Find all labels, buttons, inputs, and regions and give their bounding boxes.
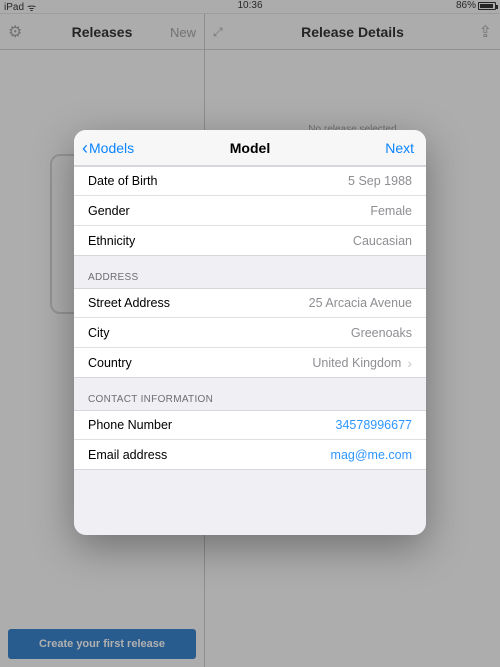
city-label: City: [88, 326, 110, 340]
dob-cell[interactable]: Date of Birth 5 Sep 1988: [74, 166, 426, 196]
chevron-left-icon: ‹: [82, 138, 88, 159]
modal-navbar: ‹ Models Model Next: [74, 130, 426, 166]
contact-header: CONTACT INFORMATION: [74, 378, 426, 410]
ethnicity-cell[interactable]: Ethnicity Caucasian: [74, 226, 426, 256]
dob-value: 5 Sep 1988: [157, 174, 412, 188]
contact-section: Phone Number 34578996677 Email address m…: [74, 410, 426, 470]
phone-value: 34578996677: [172, 418, 412, 432]
gender-cell[interactable]: Gender Female: [74, 196, 426, 226]
personal-section: Date of Birth 5 Sep 1988 Gender Female E…: [74, 166, 426, 256]
street-label: Street Address: [88, 296, 170, 310]
email-cell[interactable]: Email address mag@me.com: [74, 440, 426, 470]
street-cell[interactable]: Street Address 25 Arcacia Avenue: [74, 288, 426, 318]
back-button[interactable]: ‹ Models: [82, 130, 134, 166]
dob-label: Date of Birth: [88, 174, 157, 188]
modal-title: Model: [230, 140, 270, 156]
address-section: Street Address 25 Arcacia Avenue City Gr…: [74, 288, 426, 378]
city-cell[interactable]: City Greenoaks: [74, 318, 426, 348]
country-value: United Kingdom: [132, 356, 402, 370]
ethnicity-label: Ethnicity: [88, 234, 135, 248]
phone-cell[interactable]: Phone Number 34578996677: [74, 410, 426, 440]
street-value: 25 Arcacia Avenue: [170, 296, 412, 310]
next-button[interactable]: Next: [385, 130, 414, 166]
phone-label: Phone Number: [88, 418, 172, 432]
ethnicity-value: Caucasian: [135, 234, 412, 248]
gender-value: Female: [130, 204, 412, 218]
country-cell[interactable]: Country United Kingdom ›: [74, 348, 426, 378]
chevron-right-icon: ›: [407, 355, 412, 371]
city-value: Greenoaks: [110, 326, 412, 340]
back-label: Models: [89, 140, 134, 156]
email-label: Email address: [88, 448, 167, 462]
model-form-modal: ‹ Models Model Next Date of Birth 5 Sep …: [74, 130, 426, 535]
modal-content: Date of Birth 5 Sep 1988 Gender Female E…: [74, 166, 426, 535]
email-value: mag@me.com: [167, 448, 412, 462]
gender-label: Gender: [88, 204, 130, 218]
address-header: ADDRESS: [74, 256, 426, 288]
country-label: Country: [88, 356, 132, 370]
